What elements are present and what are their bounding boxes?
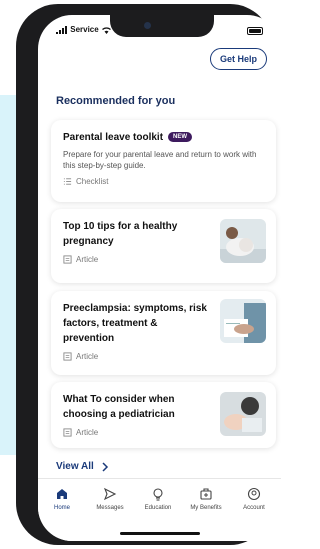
doctor-photo (220, 299, 266, 343)
card-title: Preeclampsia: symptoms, risk factors, tr… (63, 303, 207, 344)
send-icon (103, 487, 117, 501)
get-help-button[interactable]: Get Help (209, 48, 267, 70)
card-type-label: Article (76, 255, 99, 264)
tab-label: My Benefits (190, 505, 222, 511)
new-badge: NEW (168, 132, 193, 143)
battery-icon (247, 27, 263, 35)
home-indicator (120, 532, 200, 535)
tab-education[interactable]: Education (134, 487, 182, 511)
home-icon (57, 489, 67, 499)
card-type-label: Article (76, 352, 99, 361)
card-healthy-pregnancy[interactable]: Top 10 tips for a healthy pregnancy Arti… (51, 209, 276, 283)
carrier: Service (56, 25, 112, 34)
tab-label: Home (53, 505, 70, 511)
pregnancy-photo (220, 219, 266, 263)
app-screen: Service Get Help Recommended for you Par… (38, 15, 281, 541)
view-all-label: View All (56, 461, 94, 472)
chevron-right-icon (102, 461, 108, 472)
card-type-label: Article (76, 428, 99, 437)
benefits-bag-icon (200, 488, 212, 500)
phone-frame: Service Get Help Recommended for you Par… (16, 4, 281, 545)
card-description: Prepare for your parental leave and retu… (63, 150, 257, 170)
card-title: Parental leave toolkit NEW (63, 130, 264, 145)
card-type: Article (63, 352, 264, 361)
section-title: Recommended for you (56, 95, 176, 107)
tab-label: Education (144, 505, 172, 511)
baby-photo (220, 392, 266, 436)
card-pediatrician[interactable]: What To consider when choosing a pediatr… (51, 382, 276, 448)
card-type: Checklist (63, 177, 264, 186)
view-all-link[interactable]: View All (56, 461, 110, 472)
tab-account[interactable]: Account (230, 487, 278, 511)
card-title: What To consider when choosing a pediatr… (63, 394, 175, 420)
card-parental-leave[interactable]: Parental leave toolkit NEW Prepare for yo… (51, 120, 276, 202)
tab-label: Account (243, 505, 265, 511)
card-title: Top 10 tips for a healthy pregnancy (63, 221, 178, 247)
card-type-label: Checklist (76, 177, 109, 186)
bottom-tab-bar: Home Messages Education My Benefits Acco… (38, 478, 281, 541)
status-bar: Service (38, 15, 281, 45)
article-icon (63, 428, 72, 437)
account-icon (247, 487, 261, 501)
tab-my-benefits[interactable]: My Benefits (182, 487, 230, 511)
notch (110, 15, 214, 37)
tab-label: Messages (96, 505, 124, 511)
article-icon (63, 352, 72, 361)
carrier-label: Service (70, 25, 99, 34)
lightbulb-icon (153, 488, 163, 501)
card-preeclampsia[interactable]: Preeclampsia: symptoms, risk factors, tr… (51, 291, 276, 375)
checklist-icon (63, 178, 72, 185)
article-icon (63, 255, 72, 264)
card-title-text: Parental leave toolkit (63, 132, 164, 143)
tab-home[interactable]: Home (38, 487, 86, 511)
tab-messages[interactable]: Messages (86, 487, 134, 511)
signal-icon (56, 25, 67, 34)
